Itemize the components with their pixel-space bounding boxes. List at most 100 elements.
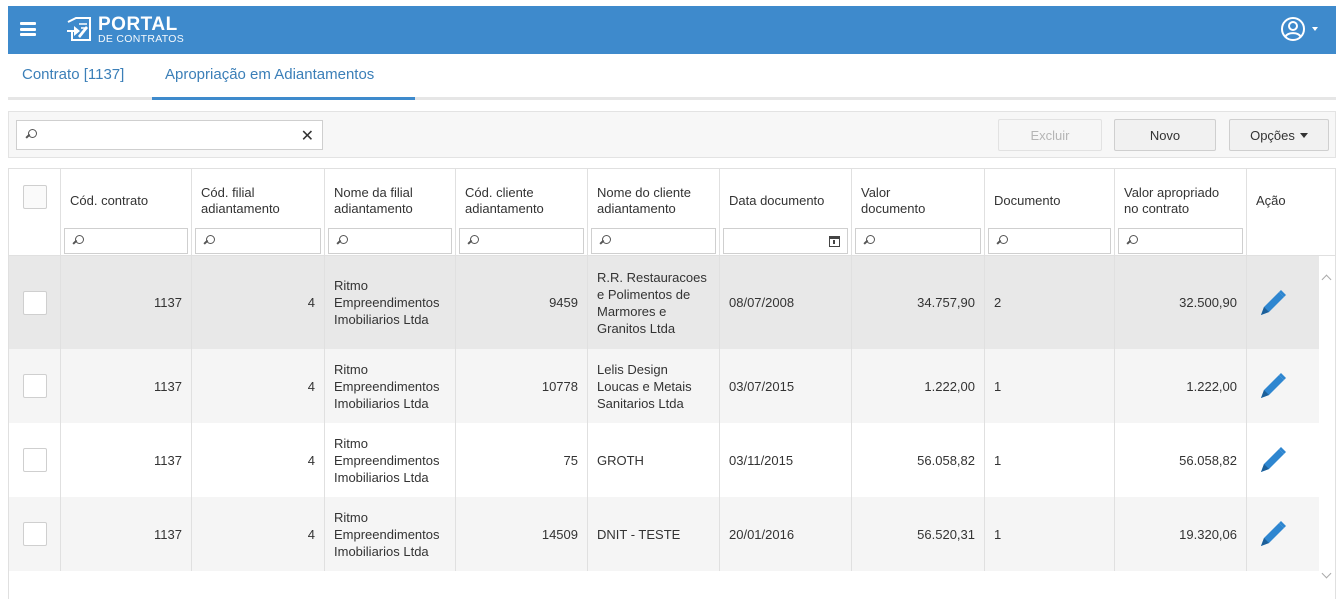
cell-acao [1247,349,1299,423]
cell-line: Imobiliarios Ltda [334,312,429,327]
cell-nome-cliente: R.R. Restauracoes e Polimentos de Marmores… [588,256,720,349]
cell-line: Ritmo [334,361,368,377]
cell-valor-documento: 56.058,82 [852,423,985,497]
calendar-icon[interactable] [829,236,840,247]
cell-select [9,256,61,349]
clear-search-icon[interactable]: ✕ [301,126,314,145]
hamburger-menu-icon[interactable] [20,22,36,36]
cell-valor-apropriado: 19.320,06 [1115,497,1247,571]
column-header-valor-documento[interactable]: Valor documento [852,169,985,225]
opcoes-dropdown-button[interactable]: Opções [1229,119,1329,151]
cell-line: Imobiliarios Ltda [334,543,429,559]
cell-text: 4 [307,452,315,468]
filter-cell [588,225,720,256]
table-row[interactable]: 1137 4 Ritmo Empreendimentos Imobiliarios Lt… [9,349,1319,423]
novo-button[interactable]: Novo [1114,119,1216,151]
cell-text: 34.757,90 [917,295,975,310]
column-header-valor-apropriado[interactable]: Valor apropriado no contrato [1115,169,1247,225]
table-row[interactable]: 1137 4 Ritmo Empreendimentos Imobiliarios Lt… [9,497,1319,571]
cell-text: 1137 [154,295,182,310]
cell-data-documento: 03/11/2015 [720,423,852,497]
row-select-checkbox[interactable] [22,522,47,546]
cell-valor-documento: 56.520,31 [852,497,985,571]
column-header-line: Valor [861,185,891,200]
cell-text: 1.222,00 [924,378,975,394]
cell-line: R.R. Restauracoes [597,269,707,285]
column-header-label: Cód. filial adiantamento [201,185,280,217]
search-input[interactable] [43,125,283,145]
column-header-cod-cliente[interactable]: Cód. cliente adiantamento [456,169,588,225]
contract-document-icon [67,17,91,41]
cell-nome-filial: Ritmo Empreendimentos Imobiliarios Ltda [325,349,456,423]
table-row[interactable]: 1137 4 Ritmo Empreendimentos Imobiliarios Lt… [9,423,1319,497]
cell-line: Imobiliarios Ltda [334,395,429,411]
search-icon [863,235,875,247]
cell-documento: 1 [985,423,1115,497]
cell-text: 56.520,31 [917,526,975,542]
filter-input-data-documento[interactable] [723,228,848,254]
cell-documento: 2 [985,256,1115,349]
cell-nome-cliente: GROTH [588,423,720,497]
cell-text: 75 [563,452,578,468]
cell-valor-apropriado: 32.500,90 [1115,256,1247,349]
search-icon [467,235,479,247]
pencil-icon[interactable] [1257,444,1289,476]
column-header-line: Documento [994,193,1061,208]
pencil-icon[interactable] [1257,518,1289,550]
column-header-data-documento[interactable]: Data documento [720,169,852,225]
cell-line: e Polimentos de [597,286,691,302]
portal-logo[interactable]: PORTAL DE CONTRATOS [64,14,184,46]
logo-text: PORTAL DE CONTRATOS [98,15,184,45]
cell-valor-documento: 1.222,00 [852,349,985,423]
column-header-nome-cliente[interactable]: Nome do cliente adiantamento [588,169,720,225]
cell-cod-contrato: 1137 [61,349,192,423]
search-icon [1126,235,1138,247]
filter-input-cod-cliente[interactable] [459,228,584,254]
tab-contrato[interactable]: Contrato [1137] [22,66,124,83]
filter-input-nome-filial[interactable] [328,228,452,254]
cell-text: 1 [994,452,1002,468]
cell-text: 1137 [154,526,182,542]
pencil-icon[interactable] [1257,287,1289,319]
row-select-checkbox[interactable] [22,374,47,398]
cell-cod-cliente: 9459 [456,256,588,349]
cell-cod-cliente: 75 [456,423,588,497]
filter-input-valor-apropriado[interactable] [1118,228,1243,254]
excluir-button[interactable]: Excluir [998,119,1102,151]
column-header-cod-contrato[interactable]: Cód. contrato [61,169,192,225]
cell-valor-documento: 34.757,90 [852,256,985,349]
cell-text: 08/07/2008 [729,295,795,310]
cell-text: GROTH [597,452,644,469]
cell-text: 14509 [541,526,578,542]
cell-line: Ritmo [334,509,368,525]
column-header-line: documento [861,201,926,216]
cell-documento: 1 [985,349,1115,423]
filter-input-nome-cliente[interactable] [591,228,716,254]
cell-line: Empreendimentos [334,526,440,542]
top-header-bar: PORTAL DE CONTRATOS [8,6,1336,54]
filter-input-documento[interactable] [988,228,1111,254]
tab-apropriacao-adiantamentos[interactable]: Apropriação em Adiantamentos [165,66,374,83]
cell-data-documento: 03/07/2015 [720,349,852,423]
scroll-up-icon[interactable] [1321,273,1331,283]
column-header-documento[interactable]: Documento [985,169,1115,225]
select-all-checkbox[interactable] [22,185,47,209]
table-row[interactable]: 1137 4 Ritmo Empreendimentos Imobiliarios Lt… [9,256,1319,349]
cell-data-documento: 08/07/2008 [720,256,852,349]
filter-input-valor-documento[interactable] [855,228,981,254]
column-header-label: Cód. cliente adiantamento [465,185,544,217]
scroll-down-icon[interactable] [1321,571,1331,581]
search-icon [25,129,37,141]
column-header-label: Data documento [729,193,824,209]
user-menu[interactable] [1280,16,1318,42]
cell-acao [1247,497,1299,571]
filter-input-cod-contrato[interactable] [64,228,188,254]
column-header-cod-filial[interactable]: Cód. filial adiantamento [192,169,325,225]
row-select-checkbox[interactable] [22,448,47,472]
filter-input-cod-filial[interactable] [195,228,321,254]
cell-valor-apropriado: 56.058,82 [1115,423,1247,497]
cell-text: 1 [994,378,1002,394]
row-select-checkbox[interactable] [22,290,47,315]
pencil-icon[interactable] [1257,370,1289,402]
column-header-nome-filial[interactable]: Nome da filial adiantamento [325,169,456,225]
